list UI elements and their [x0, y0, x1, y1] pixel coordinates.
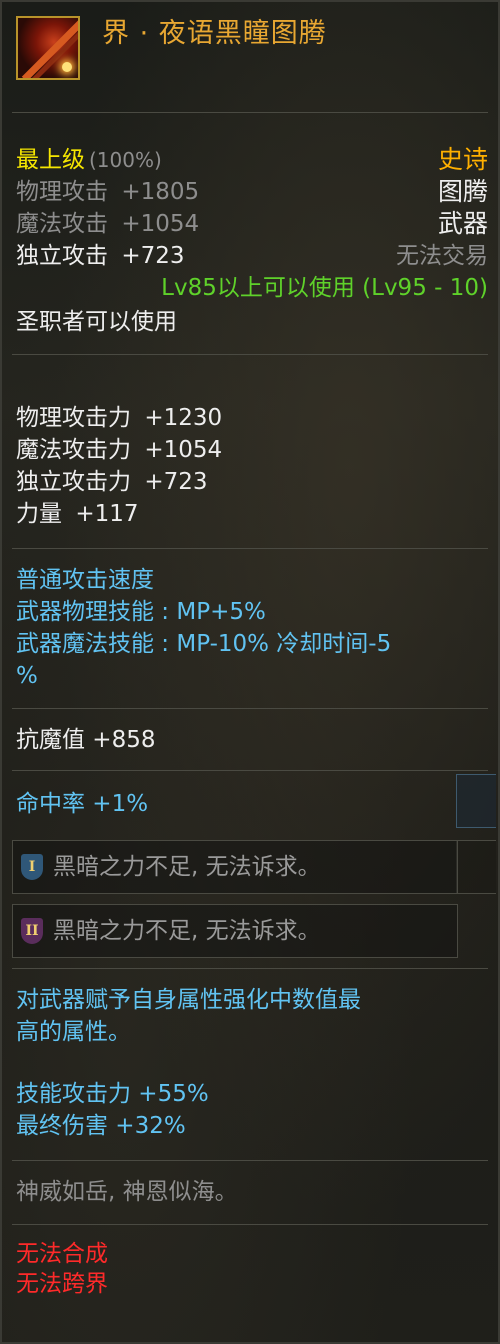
divider: [12, 770, 488, 771]
divider: [12, 1224, 488, 1225]
grade-line: 最上级 (100%): [16, 146, 162, 174]
divider: [12, 1160, 488, 1161]
item-name: 界 · 夜语黑瞳图腾: [102, 18, 327, 49]
item-type-2: 武器: [437, 209, 488, 238]
trade-status: 无法交易: [396, 243, 488, 269]
slot-badge-2: II: [21, 918, 43, 944]
divider: [12, 112, 488, 113]
mystic-slot-1: I 黑暗之力不足, 无法诉求。: [12, 840, 458, 894]
divider: [12, 968, 488, 969]
attr-independent-atk: 独立攻击力 +723: [16, 469, 208, 495]
stat-physical: 物理攻击 +1805: [16, 179, 200, 205]
edge-tab: [456, 774, 496, 828]
mystic-slot-2: II 黑暗之力不足, 无法诉求。: [12, 904, 458, 958]
attr-magic-atk: 魔法攻击力 +1054: [16, 437, 223, 463]
restriction-no-synthesis: 无法合成: [16, 1241, 108, 1267]
hit-rate: 命中率 +1%: [16, 791, 149, 817]
slot-text-1: 黑暗之力不足, 无法诉求。: [53, 854, 321, 880]
final-damage: 最终伤害 +32%: [16, 1113, 186, 1139]
effect-line-2: 高的属性。: [16, 1019, 131, 1045]
item-tooltip: 界 · 夜语黑瞳图腾 最上级 (100%) 物理攻击 +1805 魔法攻击 +10…: [0, 0, 500, 1344]
rarity: 史诗: [437, 145, 488, 174]
speed-line-1: 普通攻击速度: [16, 567, 154, 593]
stat-independent: 独立攻击 +723: [16, 243, 185, 269]
slot-text-2: 黑暗之力不足, 无法诉求。: [53, 918, 321, 944]
divider: [12, 708, 488, 709]
stat-magic: 魔法攻击 +1054: [16, 211, 200, 237]
anti-magic: 抗魔值 +858: [16, 727, 156, 753]
effect-line-1: 对武器赋予自身属性强化中数值最: [16, 987, 361, 1013]
speed-line-3: 武器魔法技能 : MP-10% 冷却时间-5: [16, 631, 392, 657]
grade: 最上级: [16, 147, 85, 173]
slot-badge-1: I: [21, 854, 43, 880]
restriction-no-cross-server: 无法跨界: [16, 1271, 108, 1297]
level-requirement: Lv85以上可以使用 (Lv95 - 10): [161, 275, 488, 301]
grade-percent: (100%): [89, 148, 162, 172]
class-requirement: 圣职者可以使用: [16, 309, 177, 335]
edge-tab: [456, 840, 496, 894]
flavor-text: 神威如岳, 神恩似海。: [16, 1179, 238, 1205]
divider: [12, 548, 488, 549]
speed-line-4: %: [16, 663, 38, 689]
attr-strength: 力量 +117: [16, 501, 139, 527]
speed-line-2: 武器物理技能 : MP+5%: [16, 599, 266, 625]
skill-attack: 技能攻击力 +55%: [16, 1081, 209, 1107]
spear-weapon-icon: [16, 16, 80, 80]
attr-physical-atk: 物理攻击力 +1230: [16, 405, 223, 431]
item-type-1: 图腾: [437, 177, 488, 206]
divider: [12, 354, 488, 355]
